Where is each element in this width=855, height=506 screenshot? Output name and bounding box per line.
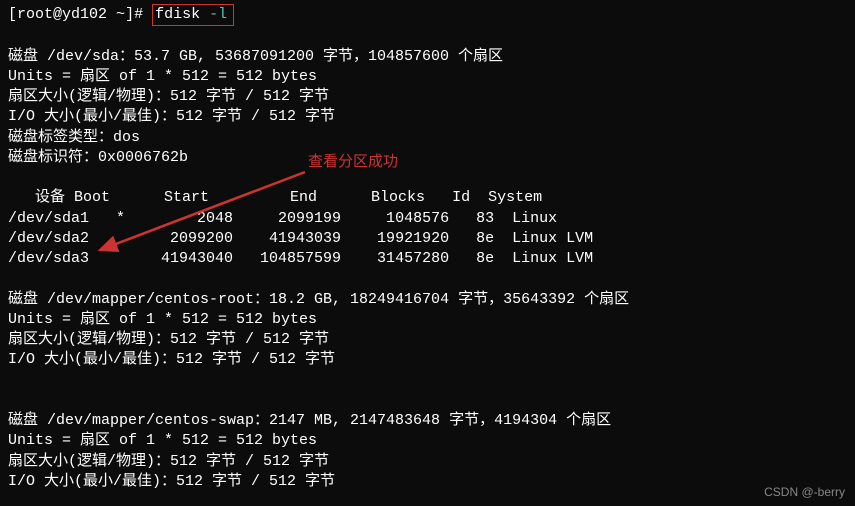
- disk-root-header: 磁盘 /dev/mapper/centos-root：18.2 GB, 1824…: [8, 290, 847, 310]
- blank-line: [8, 26, 847, 46]
- table-row: /dev/sda2 2099200 41943039 19921920 8e L…: [8, 229, 847, 249]
- command-flag[interactable]: -l: [209, 6, 227, 23]
- blank-line: [8, 371, 847, 391]
- disk-sda-identifier: 磁盘标识符：0x0006762b: [8, 148, 847, 168]
- annotation-text: 查看分区成功: [308, 152, 398, 172]
- blank-line: [8, 391, 847, 411]
- disk-swap-units: Units = 扇区 of 1 * 512 = 512 bytes: [8, 431, 847, 451]
- blank-line: [8, 269, 847, 289]
- watermark: CSDN @-berry: [764, 484, 845, 500]
- partition-table-header: 设备 Boot Start End Blocks Id System: [8, 188, 847, 208]
- disk-swap-io-size: I/O 大小(最小/最佳)：512 字节 / 512 字节: [8, 472, 847, 492]
- disk-sda-io-size: I/O 大小(最小/最佳)：512 字节 / 512 字节: [8, 107, 847, 127]
- prompt-line: [root@yd102 ~]# fdisk -l: [8, 4, 847, 26]
- table-row: /dev/sda3 41943040 104857599 31457280 8e…: [8, 249, 847, 269]
- command-highlight-box: fdisk -l: [152, 4, 234, 26]
- disk-root-units: Units = 扇区 of 1 * 512 = 512 bytes: [8, 310, 847, 330]
- disk-root-sector-size: 扇区大小(逻辑/物理)：512 字节 / 512 字节: [8, 330, 847, 350]
- disk-sda-header: 磁盘 /dev/sda：53.7 GB, 53687091200 字节，1048…: [8, 47, 847, 67]
- prompt-symbol: #: [134, 6, 143, 23]
- prompt-cwd: ~: [116, 6, 125, 23]
- disk-swap-header: 磁盘 /dev/mapper/centos-swap：2147 MB, 2147…: [8, 411, 847, 431]
- command-name[interactable]: fdisk: [155, 6, 200, 23]
- prompt-open: [: [8, 6, 17, 23]
- blank-line: [8, 168, 847, 188]
- disk-root-io-size: I/O 大小(最小/最佳)：512 字节 / 512 字节: [8, 350, 847, 370]
- prompt-userhost: root@yd102: [17, 6, 107, 23]
- disk-sda-units: Units = 扇区 of 1 * 512 = 512 bytes: [8, 67, 847, 87]
- prompt-close: ]: [125, 6, 134, 23]
- disk-swap-sector-size: 扇区大小(逻辑/物理)：512 字节 / 512 字节: [8, 452, 847, 472]
- disk-sda-label-type: 磁盘标签类型：dos: [8, 128, 847, 148]
- table-row: /dev/sda1 * 2048 2099199 1048576 83 Linu…: [8, 209, 847, 229]
- disk-sda-sector-size: 扇区大小(逻辑/物理)：512 字节 / 512 字节: [8, 87, 847, 107]
